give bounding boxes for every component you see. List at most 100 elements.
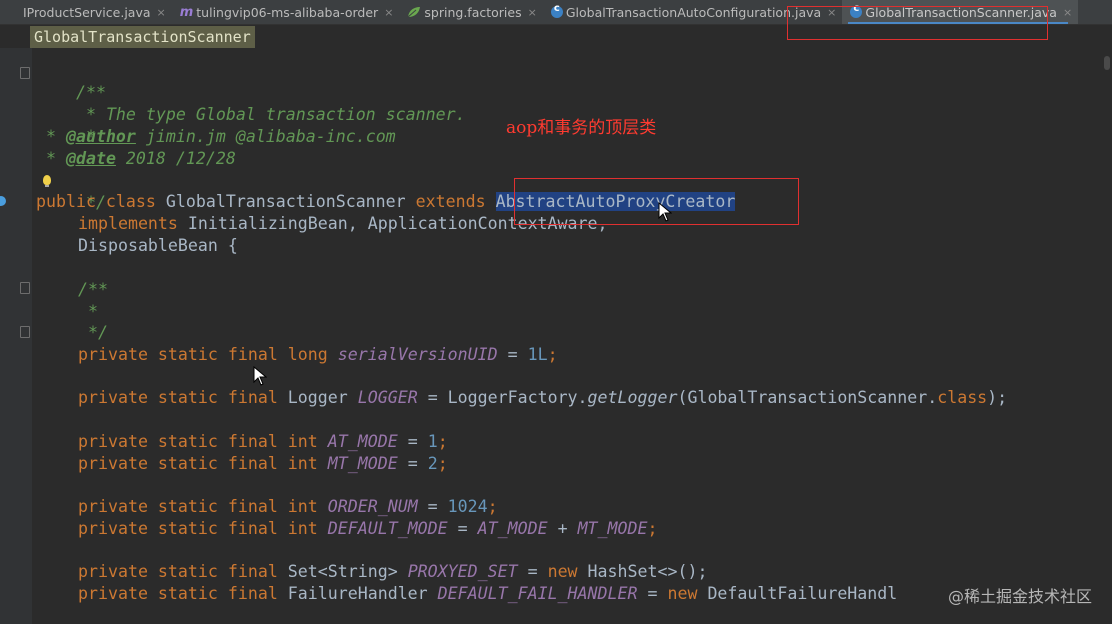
keyword: private static final (78, 388, 278, 407)
code-line: * @author jimin.jm @alibaba-inc.com (36, 126, 396, 148)
type: int (277, 519, 328, 538)
fold-marker-icon[interactable] (20, 67, 30, 79)
field-name: serialVersionUID (337, 345, 498, 364)
code-line: private static final FailureHandler DEFA… (78, 583, 897, 605)
operator: = (637, 584, 668, 603)
javadoc-close: */ (78, 323, 108, 342)
code-line: private static final long serialVersionU… (78, 344, 558, 366)
keyword: class (937, 388, 988, 407)
javadoc-date-tag: @date (65, 149, 116, 168)
keyword: private static final (78, 432, 278, 451)
javadoc-star: * (36, 149, 66, 168)
code-line: * The type Global transaction scanner. (36, 82, 466, 124)
number: 1L (527, 345, 548, 364)
interface-name: DisposableBean { (78, 236, 238, 255)
type: int (277, 432, 328, 451)
operator: = (497, 345, 528, 364)
type: int (277, 454, 328, 473)
code-line: private static final int MT_MODE = 2; (78, 453, 448, 475)
field-name: DEFAULT_FAIL_HANDLER (437, 584, 638, 603)
expression: DefaultFailureHandl (697, 584, 898, 603)
operator: = (447, 519, 478, 538)
fold-marker-icon[interactable] (20, 282, 30, 294)
number: 1024 (447, 497, 488, 516)
tab-maven-order[interactable]: m tulingvip06-ms-alibaba-order × (172, 0, 400, 24)
code-line: private static final int ORDER_NUM = 102… (78, 496, 498, 518)
type: int (277, 497, 328, 516)
operator: = (397, 432, 428, 451)
field-name: MT_MODE (327, 454, 398, 473)
code-line: private static final int DEFAULT_MODE = … (78, 518, 658, 540)
spring-leaf-icon (407, 6, 421, 18)
field-name: AT_MODE (477, 519, 548, 538)
close-icon[interactable]: × (384, 6, 393, 19)
class-icon (550, 3, 563, 18)
code-line: */ (78, 322, 108, 344)
operator: = (397, 454, 428, 473)
keyword: implements (78, 214, 178, 233)
javadoc-author-value: jimin.jm @alibaba-inc.com (135, 127, 396, 146)
code-line: */ (36, 170, 106, 212)
code-line: DisposableBean { (78, 235, 238, 257)
operator: = (417, 497, 448, 516)
operator: = (517, 562, 548, 581)
type: FailureHandler (277, 584, 438, 603)
keyword: private static final (78, 562, 278, 581)
close-icon[interactable]: × (1063, 6, 1072, 19)
code-line: * @date 2018 /12/28 (36, 148, 236, 170)
field-name: DEFAULT_MODE (327, 519, 448, 538)
expression: (GlobalTransactionScanner. (677, 388, 938, 407)
keyword: private static final (78, 454, 278, 473)
annotation-label: aop和事务的顶层类 (506, 118, 657, 138)
semicolon: ; (437, 432, 448, 451)
operator: + (547, 519, 578, 538)
number: 2 (427, 454, 438, 473)
field-name: PROXYED_SET (407, 562, 518, 581)
tab-label: GlobalTransactionAutoConfiguration.java (565, 4, 822, 20)
tab-label: spring.factories (424, 4, 522, 20)
code-line: private static final Logger LOGGER = Log… (78, 387, 1007, 409)
close-icon[interactable]: × (157, 6, 166, 19)
javadoc-date-value: 2018 /12/28 (115, 149, 236, 168)
keyword: public class (36, 192, 156, 211)
keyword: extends (415, 192, 486, 211)
type: Logger (277, 388, 358, 407)
tab-label: tulingvip06-ms-alibaba-order (196, 4, 379, 20)
expression: = LoggerFactory. (417, 388, 588, 407)
breadcrumb[interactable]: GlobalTransactionScanner (30, 26, 255, 48)
expression: ); (987, 388, 1008, 407)
watermark: @稀土掘金技术社区 (947, 587, 1092, 606)
keyword: private static final (78, 345, 278, 364)
method-call: getLogger (587, 388, 678, 407)
keyword: new (547, 562, 578, 581)
semicolon: ; (647, 519, 658, 538)
keyword: new (667, 584, 698, 603)
javadoc-star: * (78, 302, 98, 321)
close-icon[interactable]: × (528, 6, 537, 19)
javadoc-open: /** (78, 280, 108, 299)
code-line: private static final int AT_MODE = 1; (78, 431, 448, 453)
semicolon: ; (547, 345, 558, 364)
field-name: ORDER_NUM (327, 497, 418, 516)
javadoc-author-tag: @author (65, 127, 136, 146)
tab-iproductservice[interactable]: IProductService.java × (0, 0, 172, 24)
code-line: * (78, 301, 98, 323)
field-name: MT_MODE (577, 519, 648, 538)
maven-icon: m (179, 4, 194, 20)
semicolon: ; (437, 454, 448, 473)
javadoc-star: * (36, 127, 66, 146)
keyword: private static final (78, 497, 278, 516)
highlight-box-active-tab (787, 6, 1048, 40)
scrollbar[interactable] (1104, 56, 1110, 70)
code-line: /** (78, 279, 108, 301)
tab-spring-factories[interactable]: spring.factories × (399, 0, 542, 24)
tab-label: IProductService.java (23, 4, 151, 20)
fold-marker-icon[interactable] (20, 326, 30, 338)
keyword: private static final (78, 519, 278, 538)
interface-icon (8, 6, 20, 18)
javadoc-text: * The type Global transaction scanner. (75, 105, 466, 124)
type: Set<String> (277, 562, 408, 581)
field-name: AT_MODE (327, 432, 398, 451)
highlight-box-super-class (514, 178, 799, 225)
